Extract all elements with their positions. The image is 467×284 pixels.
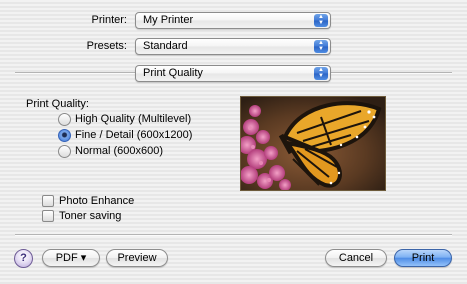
panel-popup[interactable]: Print Quality ▲ ▼ [135,65,331,82]
butterfly-image [241,97,385,190]
photo-enhance-label: Photo Enhance [59,195,135,207]
popup-arrows-icon: ▲ ▼ [314,14,328,27]
radio-button-selected[interactable] [58,129,71,142]
radio-button[interactable] [58,145,71,158]
presets-popup-value: Standard [143,40,188,52]
print-button[interactable]: Print [394,249,452,267]
pdf-button[interactable]: PDF ▾ [42,249,100,267]
presets-label: Presets: [86,40,127,52]
photo-enhance-checkbox[interactable] [42,195,54,207]
help-button[interactable]: ? [14,249,33,268]
print-quality-heading: Print Quality: [26,98,89,110]
radio-label: Fine / Detail (600x1200) [75,129,193,141]
preview-button[interactable]: Preview [106,249,168,267]
printer-popup[interactable]: My Printer ▲ ▼ [135,12,331,29]
presets-popup[interactable]: Standard ▲ ▼ [135,38,331,55]
printer-popup-value: My Printer [143,14,194,26]
radio-label: Normal (600x600) [75,145,164,157]
bottom-divider [15,234,452,236]
cancel-button[interactable]: Cancel [325,249,387,267]
toner-saving-label: Toner saving [59,210,122,222]
printer-label: Printer: [91,14,127,26]
radio-label: High Quality (Multilevel) [75,113,192,125]
popup-arrows-icon: ▲ ▼ [314,40,328,53]
panel-popup-value: Print Quality [143,67,203,79]
popup-arrows-icon: ▲ ▼ [314,67,328,80]
quality-preview-image [240,96,386,191]
radio-button[interactable] [58,113,71,126]
toner-saving-checkbox[interactable] [42,210,54,222]
